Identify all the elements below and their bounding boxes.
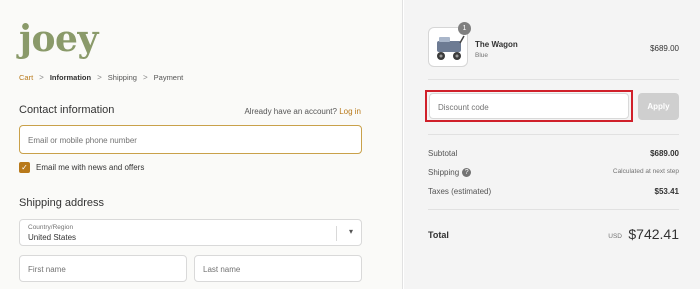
taxes-value: $53.41	[654, 187, 679, 196]
wagon-icon	[437, 35, 465, 60]
country-select[interactable]: Country/Region United States ▾	[19, 219, 362, 246]
country-value: United States	[28, 233, 77, 242]
divider	[428, 79, 679, 80]
login-link[interactable]: Log in	[339, 107, 361, 116]
first-name-placeholder: First name	[28, 265, 66, 274]
divider	[428, 209, 679, 210]
brand-logo[interactable]: joey	[19, 18, 98, 60]
order-summary-panel: 1 The Wagon Blue $689.00 Discount code A…	[404, 0, 700, 289]
select-divider	[336, 226, 337, 241]
account-prompt-text: Already have an account?	[244, 107, 337, 116]
taxes-row: Taxes (estimated) $53.41	[428, 187, 679, 196]
apply-discount-button[interactable]: Apply	[638, 93, 679, 120]
total-value: $742.41	[628, 226, 679, 242]
breadcrumb-shipping: Shipping	[107, 73, 137, 82]
country-label: Country/Region	[28, 224, 74, 231]
chevron-down-icon[interactable]: ▾	[349, 227, 353, 236]
newsletter-checkbox[interactable]: ✓	[19, 162, 30, 173]
checkout-form-panel: joey Cart > Information > Shipping > Pay…	[0, 0, 403, 289]
email-placeholder: Email or mobile phone number	[28, 136, 137, 145]
last-name-field[interactable]: Last name	[194, 255, 362, 282]
chevron-right-icon: >	[97, 73, 102, 82]
taxes-label: Taxes (estimated)	[428, 187, 492, 196]
quantity-badge: 1	[458, 22, 471, 35]
product-price: $689.00	[650, 44, 679, 53]
discount-placeholder: Discount code	[438, 103, 489, 112]
subtotal-label: Subtotal	[428, 149, 458, 158]
account-prompt: Already have an account? Log in	[244, 107, 361, 116]
newsletter-label: Email me with news and offers	[36, 163, 145, 172]
subtotal-value: $689.00	[650, 149, 679, 158]
breadcrumb-cart[interactable]: Cart	[19, 73, 33, 82]
first-name-field[interactable]: First name	[19, 255, 187, 282]
question-icon[interactable]: ?	[462, 168, 472, 178]
discount-code-field[interactable]: Discount code	[429, 93, 629, 119]
contact-information-heading: Contact information	[19, 104, 115, 116]
subtotal-row: Subtotal $689.00	[428, 149, 679, 158]
total-label: Total	[428, 230, 449, 240]
shipping-row: Shipping? Calculated at next step	[428, 168, 679, 178]
product-name: The Wagon	[475, 40, 518, 49]
shipping-value: Calculated at next step	[612, 168, 679, 175]
newsletter-option[interactable]: ✓ Email me with news and offers	[19, 162, 144, 173]
breadcrumb-payment: Payment	[153, 73, 184, 82]
chevron-right-icon: >	[142, 73, 148, 82]
email-field[interactable]: Email or mobile phone number	[19, 125, 362, 154]
shipping-label-group: Shipping?	[428, 168, 472, 178]
shipping-label: Shipping	[428, 168, 460, 177]
last-name-placeholder: Last name	[203, 265, 241, 274]
currency-code: USD	[608, 233, 622, 240]
shipping-address-heading: Shipping address	[19, 197, 105, 209]
breadcrumb: Cart > Information > Shipping > Payment	[19, 73, 183, 82]
product-variant: Blue	[475, 52, 489, 59]
divider	[428, 134, 679, 135]
breadcrumb-information: Information	[49, 73, 92, 82]
chevron-right-icon: >	[39, 73, 44, 82]
